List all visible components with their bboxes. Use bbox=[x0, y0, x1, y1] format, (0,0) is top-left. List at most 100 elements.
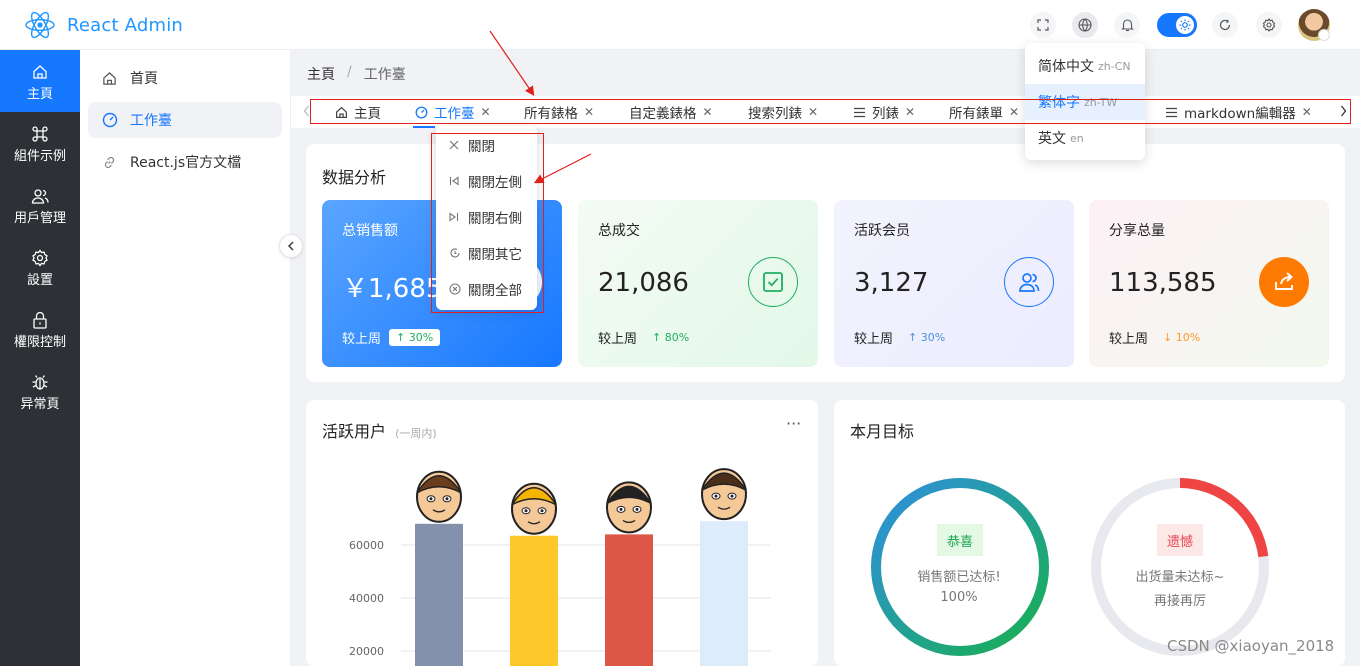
goal-line1: 销售额已达标! bbox=[917, 570, 1001, 585]
goal-line1: 出货量未达标~ bbox=[1135, 570, 1225, 585]
app-title: React Admin bbox=[67, 14, 184, 36]
dashboard-icon bbox=[102, 112, 118, 128]
tab-close-icon[interactable]: ✕ bbox=[584, 105, 594, 119]
sidebar-item-label: 用戶管理 bbox=[13, 210, 66, 226]
tab-close-icon[interactable]: ✕ bbox=[1009, 105, 1019, 119]
fullscreen-button[interactable] bbox=[1030, 12, 1056, 38]
tab-all-forms[interactable]: 所有錶單 ✕ bbox=[949, 102, 1019, 122]
sidebar-item-settings[interactable]: 設置 bbox=[0, 236, 80, 298]
collapse-sidebar-button[interactable] bbox=[279, 234, 303, 258]
tab-list[interactable]: 列錶 ✕ bbox=[853, 102, 915, 122]
compare-label: 较上周 bbox=[1109, 332, 1149, 347]
menu-item-close[interactable]: 關閉 bbox=[449, 135, 495, 155]
tab-label: 主頁 bbox=[354, 106, 381, 122]
change-badge: ↑ 30% bbox=[908, 331, 946, 344]
language-option-zh-cn[interactable]: 简体中文 zh-CN bbox=[1025, 48, 1145, 84]
sidebar-item-home[interactable]: 主頁 bbox=[0, 50, 80, 112]
settings-button[interactable] bbox=[1256, 12, 1282, 38]
tabs-scroll-left-icon[interactable] bbox=[303, 105, 310, 121]
bell-icon bbox=[1120, 19, 1134, 32]
menu-item-close-other[interactable]: 關閉其它 bbox=[449, 243, 522, 263]
breadcrumb-root[interactable]: 主頁 bbox=[307, 64, 335, 84]
goal-line2: 再接再厉 bbox=[1153, 594, 1206, 609]
watermark: CSDN @xiaoyan_2018 bbox=[1167, 637, 1335, 655]
tab-home[interactable]: 主頁 bbox=[335, 102, 381, 122]
submenu-item-react-docs[interactable]: React.js官方文檔 bbox=[88, 144, 282, 180]
tabs-scroll-right-icon[interactable] bbox=[1340, 105, 1347, 121]
language-label: 繁体字 bbox=[1038, 95, 1080, 111]
tab-label: markdown編輯器 bbox=[1184, 106, 1296, 122]
refresh-icon bbox=[1219, 19, 1231, 31]
stat-label: 总成交 bbox=[598, 223, 640, 239]
active-users-bar-chart: 20000 40000 60000 bbox=[349, 468, 771, 666]
users-icon bbox=[1004, 257, 1054, 307]
compare-label: 较上周 bbox=[342, 332, 382, 347]
close-icon bbox=[449, 140, 463, 150]
language-dropdown: 简体中文 zh-CN 繁体字 zh-TW 英文 en bbox=[1025, 43, 1145, 160]
sidebar-item-users[interactable]: 用戶管理 bbox=[0, 174, 80, 236]
settings-icon bbox=[1262, 18, 1276, 32]
change-badge: ↓ 10% bbox=[1163, 331, 1201, 344]
user-avatar-icon bbox=[701, 468, 747, 521]
tab-workbench[interactable]: 工作臺 ✕ bbox=[415, 102, 491, 122]
sidebar-item-permissions[interactable]: 權限控制 bbox=[0, 298, 80, 360]
language-button[interactable] bbox=[1072, 12, 1098, 38]
submenu-item-label: 工作臺 bbox=[130, 113, 172, 129]
tab-label: 所有錶單 bbox=[949, 106, 1003, 122]
language-label: 简体中文 bbox=[1038, 59, 1094, 75]
menu-item-close-right[interactable]: 關閉右側 bbox=[449, 207, 522, 227]
tab-search-list[interactable]: 搜索列錶 ✕ bbox=[748, 102, 818, 122]
goal-tag-fail: 遗憾 bbox=[1157, 524, 1203, 556]
tab-custom-table[interactable]: 自定義錶格 ✕ bbox=[629, 102, 713, 122]
menu-item-close-all[interactable]: 關閉全部 bbox=[449, 279, 522, 299]
list-icon bbox=[853, 107, 866, 118]
tab-close-icon[interactable]: ✕ bbox=[808, 105, 818, 119]
submenu-item-label: 首頁 bbox=[130, 71, 158, 87]
card-title: 数据分析 bbox=[322, 168, 387, 187]
sidebar-item-label: 組件示例 bbox=[13, 148, 66, 164]
tab-label: 工作臺 bbox=[434, 106, 475, 122]
language-code: zh-CN bbox=[1098, 59, 1131, 73]
home-icon bbox=[102, 71, 118, 86]
language-option-en[interactable]: 英文 en bbox=[1025, 120, 1145, 156]
dashboard-icon bbox=[415, 106, 428, 119]
notification-button[interactable] bbox=[1114, 12, 1140, 38]
tab-close-icon[interactable]: ✕ bbox=[703, 105, 713, 119]
secondary-sidebar: 首頁 工作臺 React.js官方文檔 bbox=[80, 50, 291, 666]
submenu-item-home[interactable]: 首頁 bbox=[88, 60, 282, 96]
sidebar-item-errors[interactable]: 异常頁 bbox=[0, 360, 80, 422]
menu-item-label: 關閉右側 bbox=[468, 211, 522, 227]
tab-close-icon[interactable]: ✕ bbox=[481, 105, 491, 119]
theme-toggle[interactable] bbox=[1157, 13, 1197, 37]
command-icon bbox=[31, 123, 49, 145]
home-icon bbox=[32, 61, 48, 83]
tab-all-tables[interactable]: 所有錶格 ✕ bbox=[524, 102, 594, 122]
theme-toggle-knob bbox=[1176, 16, 1194, 34]
submenu-item-workbench[interactable]: 工作臺 bbox=[88, 102, 282, 138]
react-logo-icon bbox=[25, 11, 55, 39]
app-logo[interactable]: React Admin bbox=[24, 9, 183, 41]
active-tab-indicator bbox=[413, 126, 435, 128]
user-avatar-icon bbox=[416, 470, 462, 523]
stat-value: ￥1,685 bbox=[342, 274, 443, 304]
tab-close-icon[interactable]: ✕ bbox=[905, 105, 915, 119]
refresh-button[interactable] bbox=[1212, 12, 1238, 38]
tab-close-icon[interactable]: ✕ bbox=[1302, 105, 1312, 119]
close-all-icon bbox=[449, 283, 463, 295]
menu-item-label: 關閉左側 bbox=[468, 175, 522, 191]
stat-label: 活跃会员 bbox=[854, 223, 910, 239]
compare-label: 较上周 bbox=[854, 332, 894, 347]
language-label: 英文 bbox=[1038, 131, 1066, 147]
change-badge: ↑ 30% bbox=[389, 329, 441, 346]
bug-icon bbox=[31, 371, 49, 393]
language-option-zh-tw[interactable]: 繁体字 zh-TW bbox=[1025, 84, 1145, 120]
list-icon bbox=[1165, 107, 1178, 118]
tab-markdown-editor[interactable]: markdown編輯器 ✕ bbox=[1165, 102, 1312, 122]
close-other-icon bbox=[449, 247, 463, 259]
menu-item-close-left[interactable]: 關閉左側 bbox=[449, 171, 522, 191]
stat-footer: 较上周 ↑ 30% bbox=[854, 328, 952, 347]
primary-sidebar: 主頁 組件示例 用戶管理 設置 權限控制 异常頁 bbox=[0, 50, 80, 666]
sidebar-item-label: 設置 bbox=[26, 272, 53, 288]
active-users-card: 活跃用户 (一周内) ··· 20000 40000 60000 bbox=[306, 400, 818, 666]
sidebar-item-components[interactable]: 組件示例 bbox=[0, 112, 80, 174]
